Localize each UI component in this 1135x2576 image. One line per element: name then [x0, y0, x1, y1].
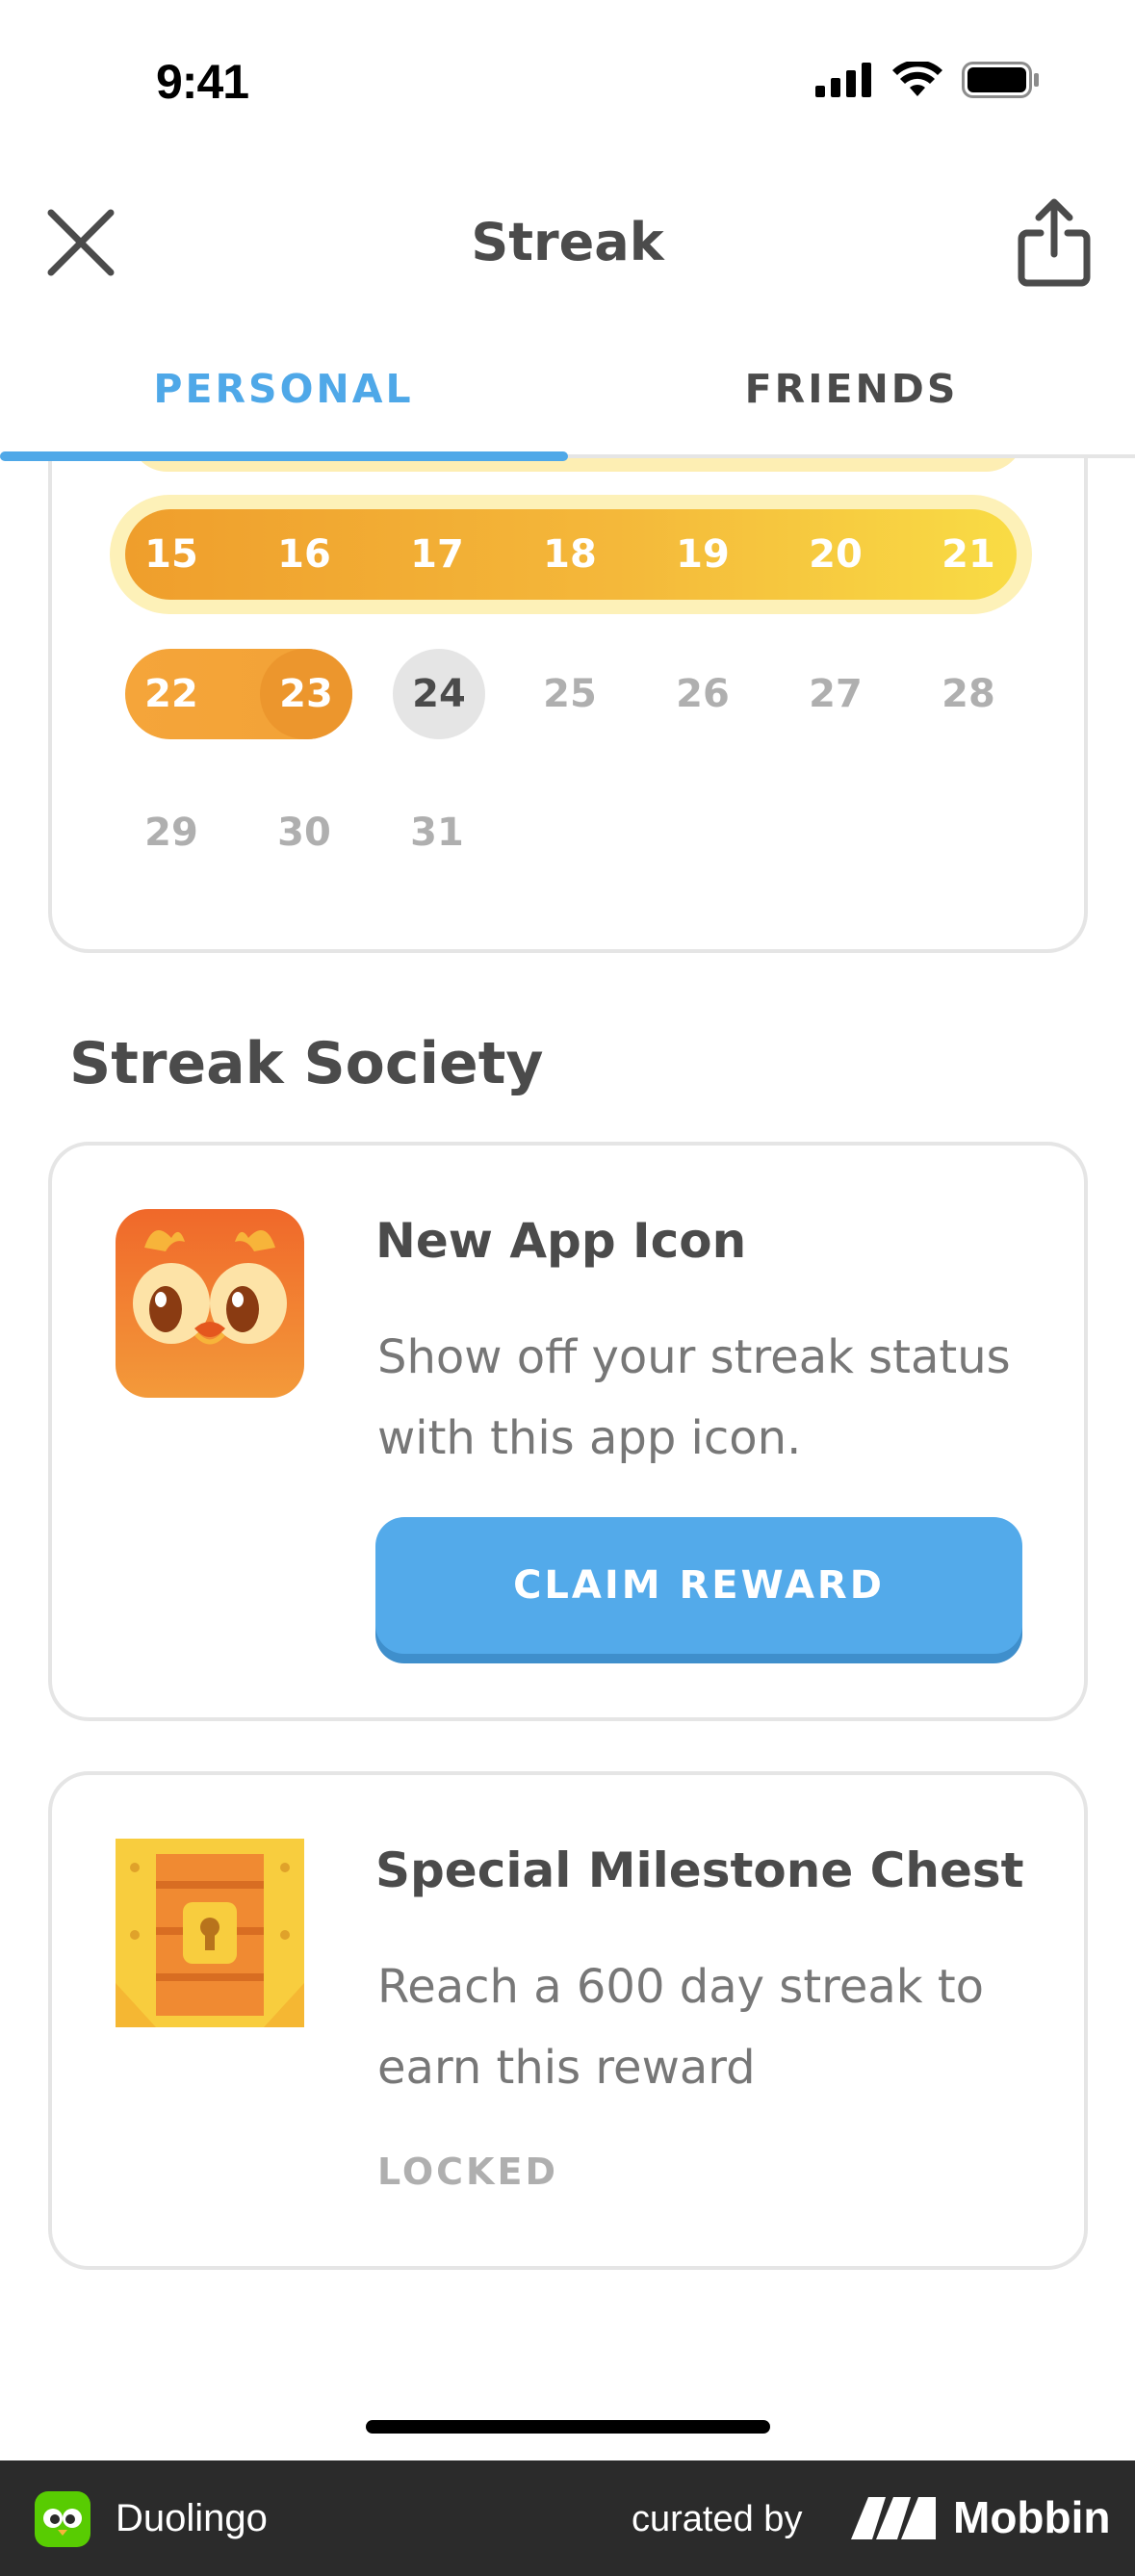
reward-title: New App Icon [375, 1213, 747, 1269]
calendar-day[interactable]: 17 [391, 509, 483, 600]
calendar-day[interactable]: 29 [125, 787, 218, 878]
reward-title: Special Milestone Chest [375, 1842, 1024, 1898]
app-name: Duolingo [116, 2497, 268, 2539]
treasure-chest-icon [116, 1839, 304, 2027]
curator-name: Mobbin [953, 2492, 1111, 2542]
status-icons [815, 60, 1041, 102]
wifi-icon [892, 60, 942, 102]
tab-bar: PERSONAL FRIENDS [0, 358, 1135, 461]
tab-friends[interactable]: FRIENDS [568, 366, 1135, 412]
share-button[interactable] [1011, 196, 1097, 293]
tab-personal[interactable]: PERSONAL [0, 366, 567, 412]
calendar-day[interactable]: 27 [789, 649, 882, 739]
streak-calendar: 15 16 17 18 19 20 21 22 23 24 25 26 27 2… [48, 414, 1088, 953]
calendar-day[interactable]: 16 [258, 509, 350, 600]
section-title: Streak Society [69, 1030, 544, 1097]
calendar-day[interactable]: 19 [657, 509, 749, 600]
home-indicator [366, 2420, 770, 2434]
status-time: 9:41 [156, 55, 249, 109]
page-title: Streak [471, 212, 664, 272]
active-tab-indicator [0, 451, 568, 461]
status-bar: 9:41 [0, 0, 1135, 164]
duolingo-logo-icon [35, 2491, 90, 2547]
reward-card-app-icon: New App Icon Show off your streak status… [48, 1142, 1088, 1721]
flame-owl-app-icon [116, 1209, 304, 1398]
curated-by-label: curated by [632, 2499, 803, 2539]
reward-card-milestone-chest: Special Milestone Chest Reach a 600 day … [48, 1771, 1088, 2270]
branding-bar: Duolingo curated by Mobbin [0, 2460, 1135, 2576]
share-icon [1016, 198, 1093, 291]
calendar-day[interactable]: 23 [260, 649, 352, 739]
calendar-day[interactable]: 25 [524, 649, 616, 739]
calendar-day[interactable]: 30 [258, 787, 350, 878]
claim-reward-label: CLAIM REWARD [513, 1563, 885, 1608]
mobbin-logo-icon [851, 2497, 938, 2539]
reward-description: Show off your streak status with this ap… [377, 1330, 1011, 1465]
calendar-day[interactable]: 28 [922, 649, 1015, 739]
calendar-day[interactable]: 21 [922, 509, 1015, 600]
calendar-day-today[interactable]: 24 [393, 649, 485, 739]
battery-icon [962, 62, 1041, 102]
header: Streak [0, 183, 1135, 308]
claim-reward-button[interactable]: CLAIM REWARD [375, 1517, 1022, 1654]
calendar-day[interactable]: 22 [125, 649, 218, 739]
locked-status: LOCKED [377, 2151, 558, 2193]
calendar-day[interactable]: 15 [125, 509, 218, 600]
calendar-day[interactable]: 26 [657, 649, 749, 739]
reward-description: Reach a 600 day streak to earn this rewa… [377, 1960, 984, 2095]
calendar-day[interactable]: 18 [524, 509, 616, 600]
calendar-day[interactable]: 31 [391, 787, 483, 878]
cellular-signal-icon [815, 63, 873, 101]
calendar-day[interactable]: 20 [789, 509, 882, 600]
